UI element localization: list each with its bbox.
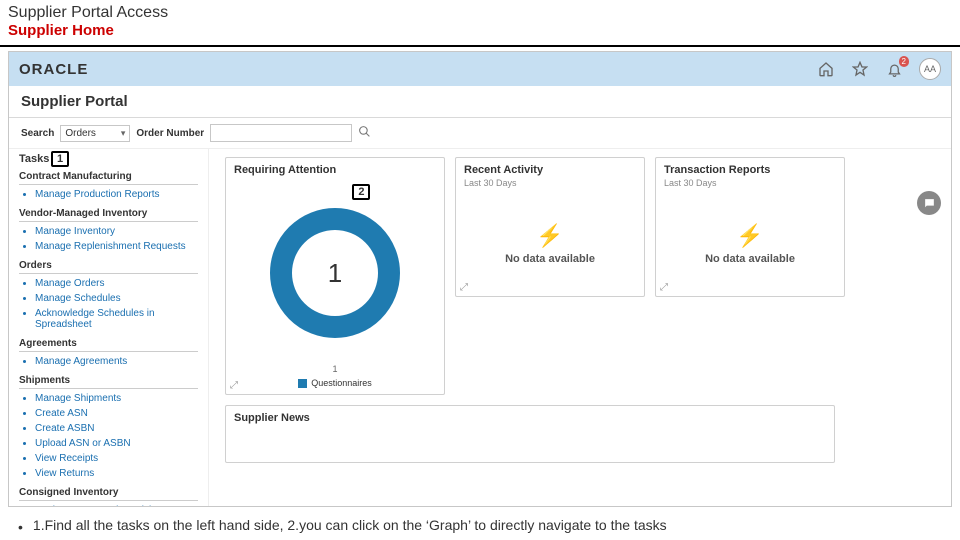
chart-legend: Questionnaires <box>226 374 444 394</box>
transaction-reports-subtitle: Last 30 Days <box>656 178 844 192</box>
home-icon[interactable] <box>817 60 835 78</box>
sidebar-section-heading: Agreements <box>19 338 198 352</box>
search-icon[interactable] <box>358 125 371 141</box>
callout-marker-2: 2 <box>352 184 370 200</box>
notification-badge: 2 <box>899 56 909 67</box>
user-avatar[interactable]: AA <box>919 58 941 80</box>
sidebar-task-link[interactable]: Review Consumption Advices <box>35 503 198 507</box>
callout-marker-1: 1 <box>51 151 69 167</box>
transaction-reports-card: Transaction Reports Last 30 Days ⚡ No da… <box>655 157 845 297</box>
supplier-news-card: Supplier News <box>225 405 835 463</box>
sidebar-task-link[interactable]: Manage Schedules <box>35 291 198 306</box>
recent-activity-subtitle: Last 30 Days <box>456 178 644 192</box>
sidebar-task-link[interactable]: Create ASN <box>35 406 198 421</box>
order-number-input[interactable] <box>210 124 352 142</box>
tasks-heading-label: Tasks <box>19 153 49 165</box>
search-category-select[interactable]: Orders <box>60 125 130 142</box>
sidebar-task-link[interactable]: View Returns <box>35 466 198 481</box>
sidebar-section-heading: Shipments <box>19 375 198 389</box>
transaction-reports-title: Transaction Reports <box>656 158 844 178</box>
instruction-text: 1.Find all the tasks on the left hand si… <box>33 517 667 533</box>
tasks-heading: Tasks 1 <box>19 153 198 165</box>
bolt-icon: ⚡ <box>736 223 763 249</box>
tasks-sidebar: Tasks 1 Contract Manufacturing Manage Pro… <box>9 149 209 507</box>
slide-subtitle: Supplier Home <box>0 22 960 47</box>
requiring-attention-card: Requiring Attention 2 1 1 Questionnaires… <box>225 157 445 395</box>
sidebar-task-link[interactable]: Manage Production Reports <box>35 187 198 202</box>
sidebar-task-link[interactable]: Create ASBN <box>35 421 198 436</box>
recent-activity-title: Recent Activity <box>456 158 644 178</box>
no-data-text: No data available <box>705 253 795 265</box>
search-bar: Search Orders Order Number <box>9 118 951 149</box>
sidebar-task-link[interactable]: View Receipts <box>35 451 198 466</box>
sidebar-task-link[interactable]: Manage Agreements <box>35 354 198 369</box>
slide-title: Supplier Portal Access <box>0 0 960 22</box>
sidebar-section-heading: Contract Manufacturing <box>19 171 198 185</box>
favorites-icon[interactable] <box>851 60 869 78</box>
global-header: ORACLE 2 AA <box>9 52 951 86</box>
conversations-button[interactable] <box>917 191 941 215</box>
search-label: Search <box>21 128 54 139</box>
recent-activity-card: Recent Activity Last 30 Days ⚡ No data a… <box>455 157 645 297</box>
sidebar-task-link[interactable]: Manage Inventory <box>35 224 198 239</box>
requiring-attention-title: Requiring Attention <box>226 158 444 178</box>
bullet-icon: • <box>18 517 23 537</box>
oracle-logo: ORACLE <box>19 61 88 78</box>
sidebar-task-link[interactable]: Upload ASN or ASBN <box>35 436 198 451</box>
sidebar-section-heading: Consigned Inventory <box>19 487 198 501</box>
sidebar-task-link[interactable]: Manage Orders <box>35 276 198 291</box>
order-number-label: Order Number <box>136 128 204 139</box>
expand-icon[interactable]: ⤢ <box>660 282 668 293</box>
attention-donut-chart[interactable]: 1 <box>270 208 400 338</box>
expand-icon[interactable]: ⤢ <box>460 282 468 293</box>
expand-icon[interactable]: ⤢ <box>230 380 238 391</box>
sidebar-section-heading: Vendor-Managed Inventory <box>19 208 198 222</box>
sidebar-task-link[interactable]: Manage Replenishment Requests <box>35 239 198 254</box>
page-title: Supplier Portal <box>9 86 951 118</box>
notifications-icon[interactable]: 2 <box>885 60 903 78</box>
sidebar-task-link[interactable]: Manage Shipments <box>35 391 198 406</box>
sidebar-task-link[interactable]: Acknowledge Schedules in Spreadsheet <box>35 306 198 332</box>
bolt-icon: ⚡ <box>536 223 563 249</box>
app-frame: ORACLE 2 AA Supplier Portal Search Order… <box>8 51 952 507</box>
supplier-news-title: Supplier News <box>226 406 834 426</box>
no-data-text: No data available <box>505 253 595 265</box>
legend-swatch-icon <box>298 379 307 388</box>
dashboard-main: Requiring Attention 2 1 1 Questionnaires… <box>209 149 951 507</box>
instruction-footer: • 1.Find all the tasks on the left hand … <box>0 507 960 537</box>
legend-label: Questionnaires <box>311 378 372 388</box>
sidebar-section-heading: Orders <box>19 260 198 274</box>
header-actions: 2 AA <box>817 58 941 80</box>
